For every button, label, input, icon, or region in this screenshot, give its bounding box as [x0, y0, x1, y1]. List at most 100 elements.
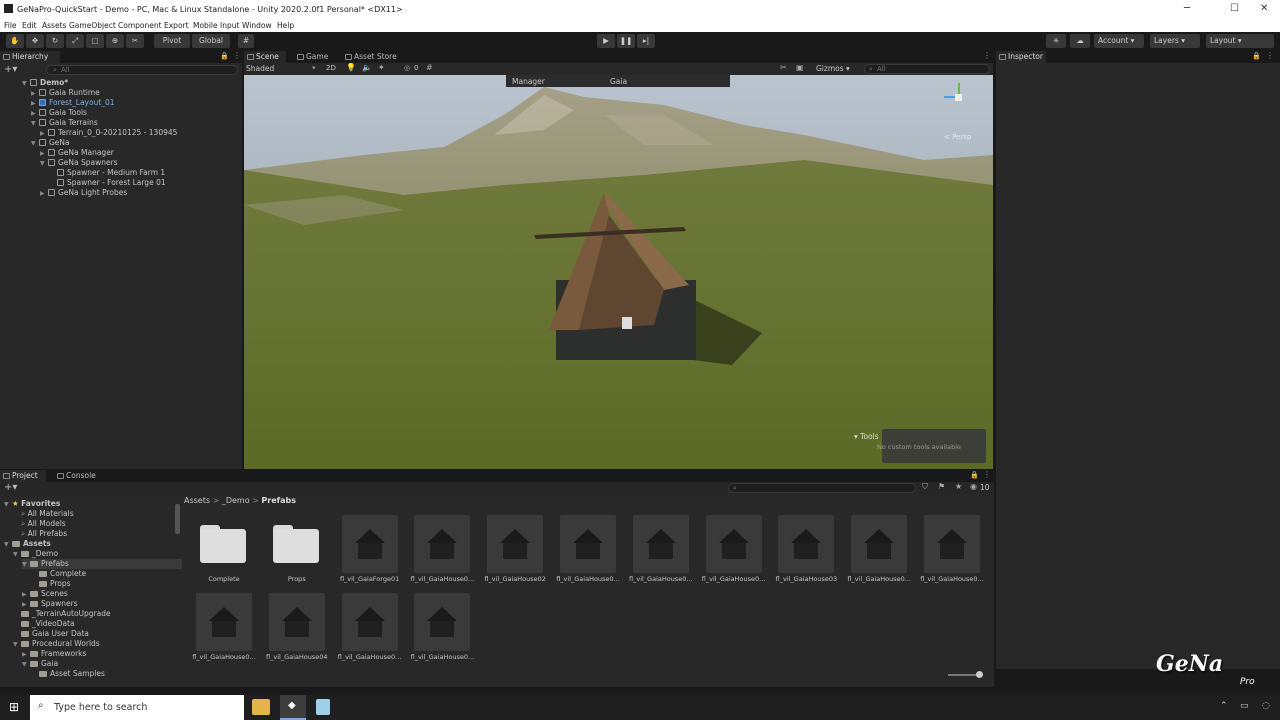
perspective-label[interactable]: < Persp: [944, 133, 971, 141]
tree-scrollbar[interactable]: [175, 504, 180, 534]
project-tree-item[interactable]: ▼ Assets: [4, 539, 51, 549]
hierarchy-item[interactable]: ▶ GeNa Manager: [40, 148, 114, 158]
hierarchy-item[interactable]: ▼ GeNa Spawners: [40, 158, 118, 168]
layers-dropdown[interactable]: Layers ▾: [1150, 34, 1200, 48]
project-tree-item[interactable]: _VideoData: [13, 619, 75, 629]
global-toggle[interactable]: Global: [192, 34, 230, 48]
grid-snap-icon[interactable]: #: [238, 34, 254, 48]
expand-arrow-icon[interactable]: ▼: [22, 560, 30, 570]
asset-folder[interactable]: Complete: [194, 515, 254, 589]
hierarchy-item[interactable]: Spawner - Medium Farm 1: [49, 168, 165, 178]
project-tree-item[interactable]: Complete: [31, 569, 86, 579]
asset-prefab[interactable]: fl_vil_GaiaHouse0...: [192, 593, 256, 667]
hierarchy-item[interactable]: ▶ Gaia Runtime: [31, 88, 100, 98]
project-tree-item[interactable]: Gaia User Data: [13, 629, 89, 639]
tab-hierarchy[interactable]: Hierarchy: [0, 51, 60, 63]
project-tree-item[interactable]: _TerrainAutoUpgrade: [13, 609, 111, 619]
menu-export[interactable]: Export: [164, 21, 189, 30]
asset-prefab[interactable]: fl_vil_GaiaHouse0...: [411, 515, 474, 589]
filter-label-icon[interactable]: ⚑: [938, 482, 945, 491]
project-tree-item[interactable]: Props: [31, 579, 71, 589]
hierarchy-item[interactable]: ▼ GeNa: [31, 138, 70, 148]
scene-search-input[interactable]: ⌕ All: [864, 64, 990, 74]
expand-arrow-icon[interactable]: ▼: [31, 139, 39, 149]
unity-taskbar-icon[interactable]: ◆: [280, 695, 306, 720]
camera-icon[interactable]: ▣: [796, 63, 804, 72]
asset-prefab[interactable]: fl_vil_GaiaHouse0...: [556, 515, 620, 589]
asset-prefab[interactable]: fl_vil_GaiaHouse0...: [629, 515, 693, 589]
menu-edit[interactable]: Edit: [22, 21, 37, 30]
filter-type-icon[interactable]: ⛉: [922, 482, 928, 492]
tab-project[interactable]: Project: [0, 470, 46, 482]
project-tree-item[interactable]: Asset Samples: [31, 669, 105, 679]
project-tree-item[interactable]: ▼ ★ Favorites: [4, 499, 60, 509]
shading-mode-dropdown[interactable]: Shaded: [246, 64, 274, 73]
rect-tool-icon[interactable]: ▢: [86, 34, 104, 48]
project-tree-item[interactable]: ⌕ All Prefabs: [13, 529, 67, 539]
asset-prefab[interactable]: fl_vil_GaiaHouse0...: [702, 515, 765, 589]
asset-prefab[interactable]: fl_vil_GaiaHouse02: [484, 515, 546, 589]
menu-mobile-input[interactable]: Mobile Input: [193, 21, 239, 30]
transform-tool-icon[interactable]: ⊕: [106, 34, 124, 48]
orientation-gizmo[interactable]: [944, 83, 972, 111]
expand-arrow-icon[interactable]: ▶: [40, 189, 48, 199]
kebab-menu-icon[interactable]: ⋮: [983, 470, 991, 479]
project-tree-item[interactable]: ▶ Spawners: [22, 599, 78, 609]
scale-tool-icon[interactable]: ⤢: [66, 34, 84, 48]
project-tree-item[interactable]: ⌕ All Materials: [13, 509, 74, 519]
kebab-menu-icon[interactable]: ⋮: [1266, 51, 1274, 60]
pause-button[interactable]: ❚❚: [617, 34, 635, 48]
breadcrumb-prefabs[interactable]: Prefabs: [261, 496, 296, 505]
tray-icon[interactable]: ⌃: [1220, 701, 1228, 711]
add-icon[interactable]: +▾: [4, 482, 17, 493]
hierarchy-item[interactable]: ▶ Gaia Tools: [31, 108, 87, 118]
kebab-menu-icon[interactable]: ⋮: [983, 51, 991, 60]
audio-icon[interactable]: 🔈: [362, 63, 372, 72]
close-button[interactable]: ✕: [1260, 3, 1268, 14]
asset-prefab[interactable]: fl_vil_GaiaHouse0...: [338, 593, 401, 667]
move-tool-icon[interactable]: ✥: [26, 34, 44, 48]
menu-window[interactable]: Window: [242, 21, 272, 30]
asset-prefab[interactable]: fl_vil_GaiaHouse0...: [920, 515, 984, 589]
scene-viewport[interactable]: Manager Gaia < Persp ▾ Tools No custom t…: [244, 75, 993, 469]
kebab-menu-icon[interactable]: ⋮: [233, 51, 241, 60]
effects-icon[interactable]: ✦: [378, 63, 385, 72]
hierarchy-item[interactable]: ▼ Gaia Terrains: [31, 118, 98, 128]
taskbar-search-input[interactable]: ⌕ Type here to search: [30, 695, 244, 720]
project-tree-item[interactable]: ▼ _Demo: [13, 549, 58, 559]
play-button[interactable]: ▶: [597, 34, 615, 48]
tools-icon[interactable]: ✂: [780, 63, 787, 72]
hierarchy-item[interactable]: ▶ Terrain_0_0-20210125 - 130945: [40, 128, 177, 138]
overlay-tab-manager[interactable]: Manager: [512, 77, 545, 86]
light-icon[interactable]: 💡: [346, 63, 356, 72]
hierarchy-item[interactable]: ▼ Demo*: [22, 78, 68, 88]
breadcrumb-demo[interactable]: _Demo: [222, 496, 250, 505]
notification-icon[interactable]: ◌: [1262, 701, 1270, 711]
custom-tool-icon[interactable]: ✂: [126, 34, 144, 48]
hierarchy-item[interactable]: ▶ Forest_Layout_01: [31, 98, 115, 108]
lock-icon[interactable]: 🔒: [220, 52, 229, 60]
tab-game[interactable]: Game: [294, 51, 336, 63]
account-dropdown[interactable]: Account ▾: [1094, 34, 1144, 48]
hierarchy-item[interactable]: ▶ GeNa Light Probes: [40, 188, 127, 198]
asset-prefab[interactable]: fl_vil_GaiaHouse03: [776, 515, 837, 589]
zoom-slider-handle[interactable]: [976, 671, 983, 678]
overlay-tab-gaia[interactable]: Gaia: [610, 77, 627, 86]
gizmos-dropdown[interactable]: Gizmos ▾: [816, 64, 850, 73]
expand-arrow-icon[interactable]: ▼: [40, 159, 48, 169]
breadcrumb-assets[interactable]: Assets: [184, 496, 210, 505]
menu-gameobject[interactable]: GameObject: [69, 21, 116, 30]
maximize-button[interactable]: ☐: [1230, 3, 1239, 14]
project-tree-item[interactable]: ▶ Frameworks: [22, 649, 86, 659]
menu-assets[interactable]: Assets: [42, 21, 66, 30]
windows-start-icon[interactable]: ⊞: [9, 700, 19, 714]
project-tree-item[interactable]: ▶ Scenes: [22, 589, 68, 599]
pivot-toggle[interactable]: Pivot: [154, 34, 190, 48]
project-search-input[interactable]: ⌕: [728, 483, 916, 493]
asset-prefab[interactable]: fl_vil_GaiaHouse0...: [411, 593, 474, 667]
step-button[interactable]: ▸|: [637, 34, 655, 48]
tab-console[interactable]: Console: [54, 470, 100, 482]
expand-arrow-icon[interactable]: ▼: [22, 660, 30, 670]
project-tree-item[interactable]: ⌕ All Models: [13, 519, 66, 529]
minimize-button[interactable]: ─: [1184, 3, 1190, 14]
